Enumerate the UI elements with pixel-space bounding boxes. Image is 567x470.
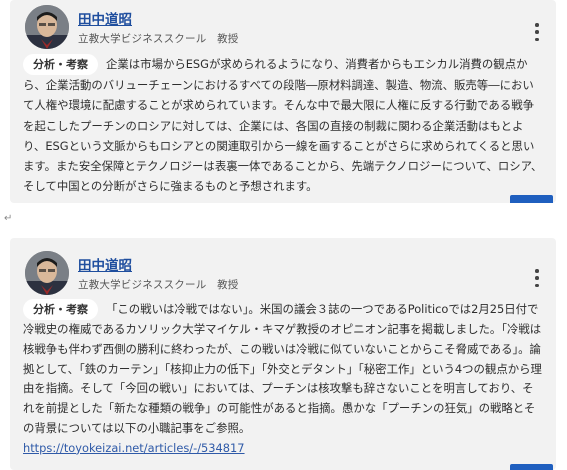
comment-text: 「この戦いは冷戦ではない」。米国の議会３誌の一つであるPoliticoでは2月2… bbox=[23, 302, 542, 435]
comment-text: 企業は市場からESGが求められるようになり、消費者からもエシカル消費の観点から、… bbox=[23, 57, 543, 194]
comment-body: 分析・考察 「この戦いは冷戦ではない」。米国の議会３誌の一つであるPolitico… bbox=[23, 299, 543, 459]
avatar[interactable] bbox=[25, 251, 69, 295]
author-name-link[interactable]: 田中道昭 bbox=[78, 8, 132, 28]
comment-type-tag: 分析・考察 bbox=[23, 299, 98, 320]
comment-card: 田中道昭 立教大学ビジネススクール 教授 分析・考察 「この戦いは冷戦ではない」。… bbox=[10, 238, 556, 470]
comment-type-tag: 分析・考察 bbox=[23, 54, 98, 75]
author-name-link[interactable]: 田中道昭 bbox=[78, 254, 132, 274]
avatar[interactable] bbox=[25, 5, 69, 49]
author-title: 立教大学ビジネススクール 教授 bbox=[78, 33, 239, 45]
more-options-icon[interactable] bbox=[530, 269, 544, 287]
comment-body: 分析・考察 企業は市場からESGが求められるようになり、消費者からもエシカル消費の… bbox=[23, 54, 543, 197]
paragraph-mark: ↵ bbox=[4, 213, 13, 224]
action-button[interactable] bbox=[510, 464, 553, 470]
action-button[interactable] bbox=[510, 195, 553, 203]
author-title: 立教大学ビジネススクール 教授 bbox=[78, 279, 239, 291]
more-options-icon[interactable] bbox=[530, 23, 544, 41]
article-link[interactable]: https://toyokeizai.net/articles/-/534817 bbox=[23, 441, 245, 455]
comment-card: 田中道昭 立教大学ビジネススクール 教授 分析・考察 企業は市場からESGが求めら… bbox=[10, 0, 556, 203]
